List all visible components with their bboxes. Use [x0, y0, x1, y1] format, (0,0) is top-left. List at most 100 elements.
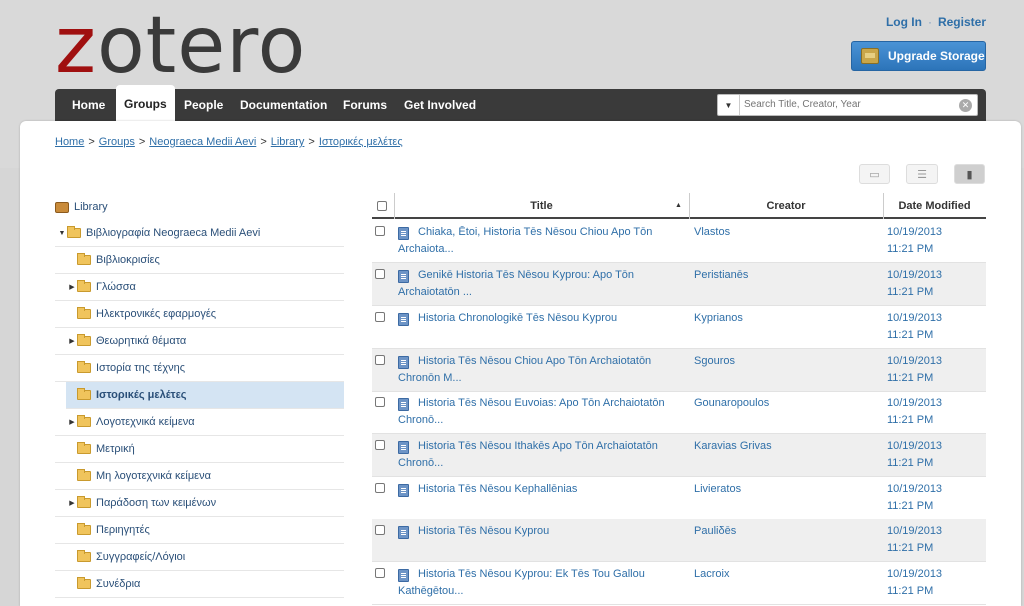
item-date: 10/19/2013 11:21 PM — [887, 355, 943, 384]
item-title[interactable]: Historia Tēs Nēsou Kyprou: Ek Tēs Tou Ga… — [398, 566, 683, 600]
breadcrumb: Home > Groups > Neograeca Medii Aevi > Library… — [55, 136, 403, 148]
select-all-checkbox[interactable] — [377, 201, 387, 211]
storage-box-icon — [861, 48, 879, 64]
nav-home[interactable]: Home — [64, 89, 113, 121]
item-creator: Karavias Grivas — [694, 440, 772, 452]
tree-item-13[interactable]: Συνέδρια — [55, 571, 344, 598]
collapsed-triangle-icon[interactable]: ▶ — [67, 499, 77, 507]
folder-icon — [77, 280, 91, 292]
upgrade-storage-button[interactable]: Upgrade Storage — [851, 41, 986, 71]
tree-item-4[interactable]: ▶ Θεωρητικά θέματα — [55, 328, 344, 355]
tree-item-12[interactable]: Συγγραφείς/Λόγιοι — [55, 544, 344, 571]
auth-links: Log In · Register — [886, 15, 986, 29]
search-input[interactable] — [740, 95, 959, 115]
tree-item-selected[interactable]: Ιστορικές μελέτες — [66, 382, 344, 409]
folder-icon — [77, 523, 91, 535]
clear-icon[interactable]: ✕ — [959, 98, 972, 112]
nav-people[interactable]: People — [176, 89, 231, 121]
item-creator: Vlastos — [694, 226, 731, 238]
folder-icon — [77, 442, 91, 454]
item-date: 10/19/2013 11:21 PM — [887, 440, 943, 469]
settings-icon[interactable]: ▮ — [954, 164, 985, 184]
folder-icon — [77, 550, 91, 562]
breadcrumb-home[interactable]: Home — [55, 136, 84, 148]
breadcrumb-groups[interactable]: Groups — [99, 136, 135, 148]
row-checkbox[interactable] — [375, 568, 385, 578]
tree-item-2[interactable]: ▶ Γλώσσα — [55, 274, 344, 301]
library-icon — [55, 201, 69, 213]
folder-icon — [77, 577, 91, 589]
table-row[interactable]: Historia Tēs Nēsou Kyprou: Ek Tēs Tou Ga… — [372, 562, 986, 605]
nav-forums[interactable]: Forums — [335, 89, 395, 121]
item-title[interactable]: Historia Chronologikē Tēs Nēsou Kyprou — [398, 310, 683, 327]
folder-icon — [67, 226, 81, 238]
list-view-icon[interactable]: ☰ — [906, 164, 938, 184]
tree-item-3[interactable]: Ηλεκτρονικές εφαρμογές — [55, 301, 344, 328]
item-date: 10/19/2013 11:21 PM — [887, 483, 943, 512]
table-row[interactable]: Historia Tēs Nēsou Kephallēnias Livierat… — [372, 477, 986, 520]
item-title[interactable]: Historia Tēs Nēsou Euvoias: Apo Tōn Arch… — [398, 395, 683, 429]
tree-item-11[interactable]: Περιηγητές — [55, 517, 344, 544]
column-creator[interactable]: Creator — [689, 193, 883, 219]
item-date: 10/19/2013 11:21 PM — [887, 226, 943, 255]
tree-item-9[interactable]: Μη λογοτεχνικά κείμενα — [55, 463, 344, 490]
tree-item-10[interactable]: ▶ Παράδοση των κειμένων — [55, 490, 344, 517]
row-checkbox[interactable] — [375, 525, 385, 535]
row-checkbox[interactable] — [375, 483, 385, 493]
nav-documentation[interactable]: Documentation — [232, 89, 335, 121]
login-link[interactable]: Log In — [886, 15, 922, 29]
row-checkbox[interactable] — [375, 355, 385, 365]
item-creator: Sgouros — [694, 355, 735, 367]
breadcrumb-library[interactable]: Library — [271, 136, 305, 148]
expanded-triangle-icon[interactable]: ▼ — [57, 230, 67, 237]
library-root[interactable]: Library — [55, 198, 108, 216]
item-title[interactable]: Genikē Historia Tēs Nēsou Kyprou: Apo Tō… — [398, 267, 683, 301]
new-item-icon[interactable]: ▭ — [859, 164, 890, 184]
table-row[interactable]: Historia Chronologikē Tēs Nēsou Kyprou K… — [372, 306, 986, 349]
table-row[interactable]: Historia Tēs Nēsou Chiou Apo Tōn Archaio… — [372, 349, 986, 392]
table-row[interactable]: Chiaka, Ētoi, Historia Tēs Nēsou Chiou A… — [372, 220, 986, 263]
row-checkbox[interactable] — [375, 397, 385, 407]
item-title[interactable]: Historia Tēs Nēsou Ithakēs Apo Tōn Archa… — [398, 438, 683, 472]
collapsed-triangle-icon[interactable]: ▶ — [67, 283, 77, 291]
item-creator: Gounaropoulos — [694, 397, 770, 409]
collapsed-triangle-icon[interactable]: ▶ — [67, 418, 77, 426]
sort-ascending-icon[interactable]: ▲ — [675, 202, 682, 209]
row-checkbox[interactable] — [375, 269, 385, 279]
item-creator: Lacroix — [694, 568, 730, 580]
folder-icon — [77, 334, 91, 346]
column-title[interactable]: Title — [394, 193, 689, 219]
item-creator: Peristianēs — [694, 269, 749, 281]
tree-item-8[interactable]: Μετρική — [55, 436, 344, 463]
breadcrumb-collection[interactable]: Ιστορικές μελέτες — [319, 136, 403, 148]
column-date-modified[interactable]: Date Modified — [883, 193, 986, 219]
library-label: Library — [74, 201, 108, 213]
tree-item-7[interactable]: ▶ Λογοτεχνικά κείμενα — [55, 409, 344, 436]
tree-item-1[interactable]: Βιβλιοκρισίες — [55, 247, 344, 274]
item-title[interactable]: Historia Tēs Nēsou Kephallēnias — [398, 481, 683, 498]
item-date: 10/19/2013 11:21 PM — [887, 269, 943, 298]
table-row[interactable]: Genikē Historia Tēs Nēsou Kyprou: Apo Tō… — [372, 263, 986, 306]
main-nav: Home Groups People Documentation Forums … — [55, 85, 986, 121]
item-title[interactable]: Chiaka, Ētoi, Historia Tēs Nēsou Chiou A… — [398, 224, 683, 258]
auth-separator: · — [927, 15, 932, 29]
item-title[interactable]: Historia Tēs Nēsou Chiou Apo Tōn Archaio… — [398, 353, 683, 387]
table-row[interactable]: Historia Tēs Nēsou Ithakēs Apo Tōn Archa… — [372, 434, 986, 477]
tree-item-5[interactable]: Ιστορία της τέχνης — [55, 355, 344, 382]
caret-down-icon[interactable]: ▼ — [718, 95, 740, 115]
row-checkbox[interactable] — [375, 440, 385, 450]
table-row[interactable]: Historia Tēs Nēsou Euvoias: Apo Tōn Arch… — [372, 391, 986, 434]
nav-groups[interactable]: Groups — [116, 85, 175, 121]
breadcrumb-group[interactable]: Neograeca Medii Aevi — [149, 136, 256, 148]
folder-icon — [77, 388, 91, 400]
row-checkbox[interactable] — [375, 226, 385, 236]
row-checkbox[interactable] — [375, 312, 385, 322]
zotero-logo[interactable]: zotero — [55, 6, 306, 86]
item-date: 10/19/2013 11:21 PM — [887, 568, 943, 597]
table-row[interactable]: Historia Tēs Nēsou Kyprou Pauliδēs 10/19… — [372, 519, 986, 562]
nav-get-involved[interactable]: Get Involved — [396, 89, 484, 121]
tree-group[interactable]: ▼ Βιβλιογραφία Neograeca Medii Aevi — [55, 220, 344, 247]
item-title[interactable]: Historia Tēs Nēsou Kyprou — [398, 523, 683, 540]
collapsed-triangle-icon[interactable]: ▶ — [67, 337, 77, 345]
register-link[interactable]: Register — [938, 15, 986, 29]
